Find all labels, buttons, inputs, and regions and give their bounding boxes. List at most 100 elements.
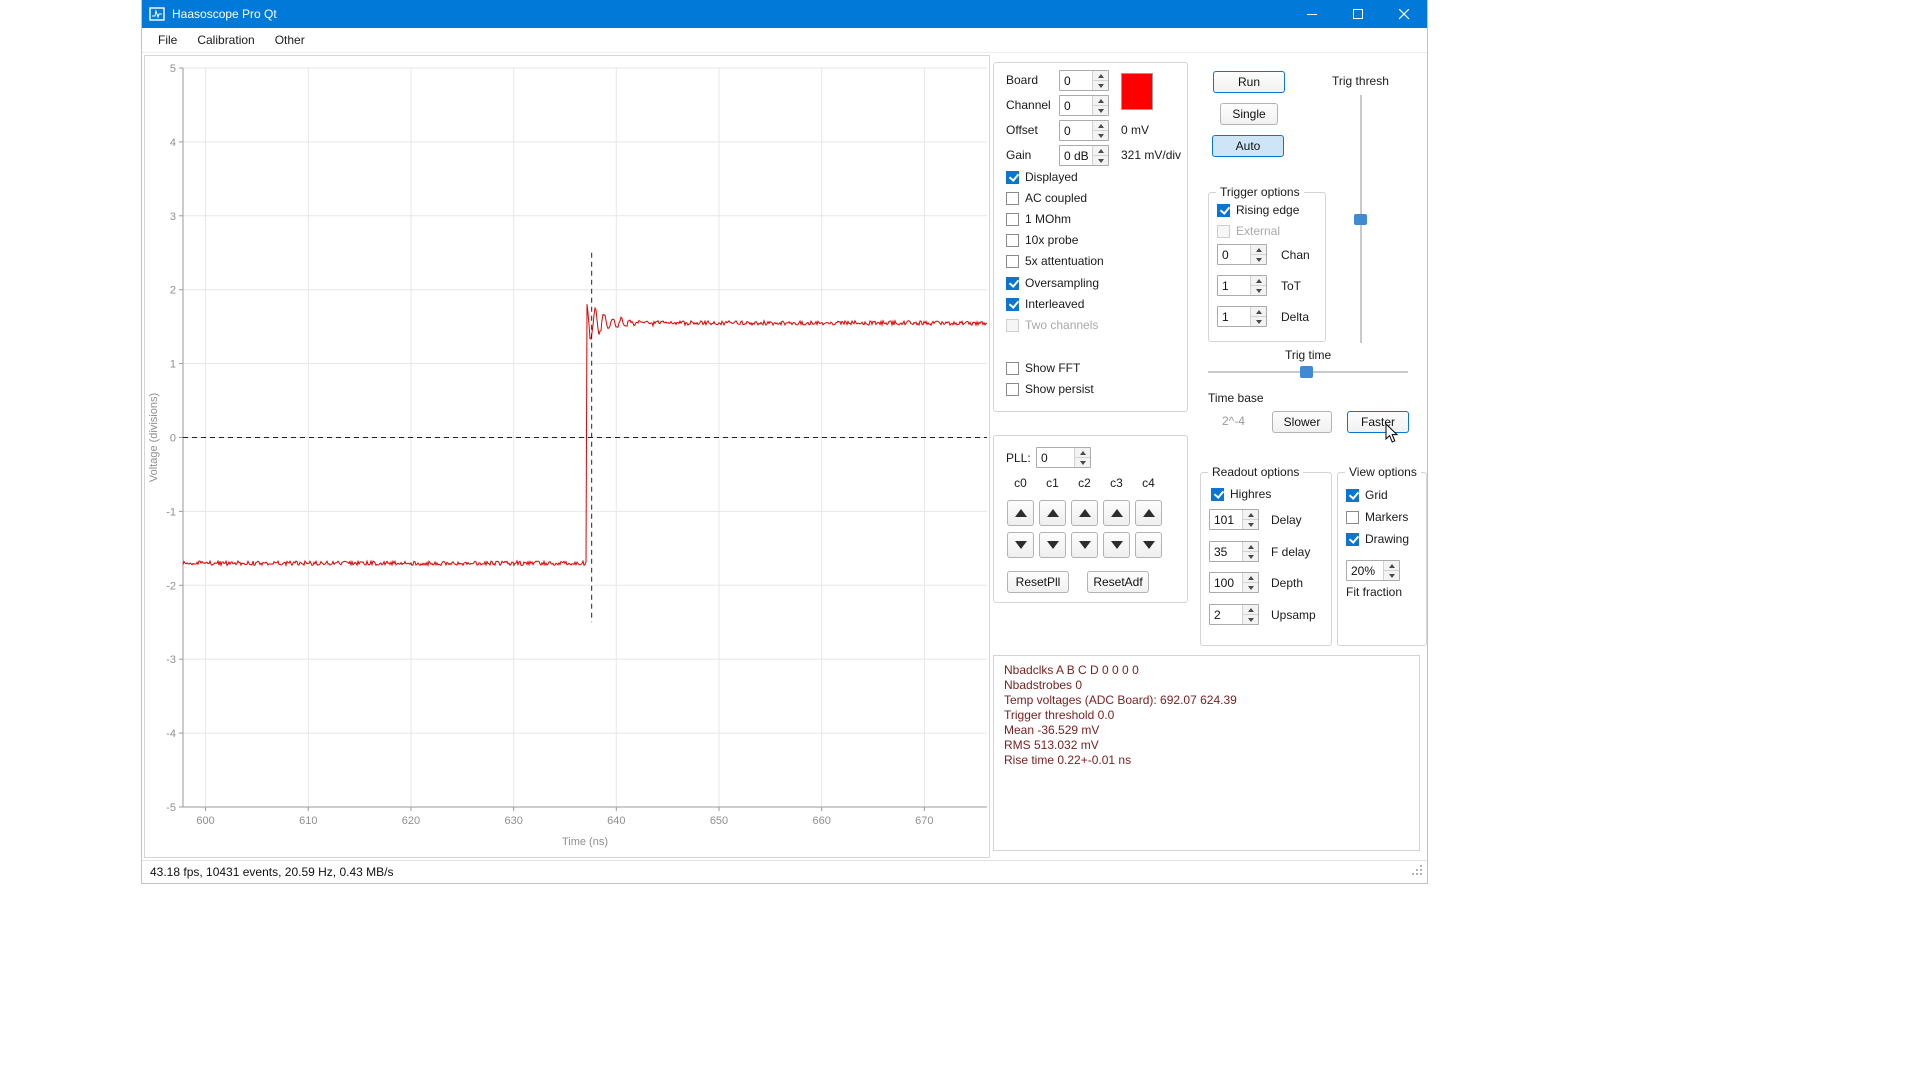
pll-down-c1-button[interactable]: [1039, 532, 1066, 558]
increment-button[interactable]: [1251, 276, 1266, 285]
channel-spinbox[interactable]: 0: [1059, 95, 1109, 116]
faster-button[interactable]: Faster: [1347, 411, 1409, 433]
decrement-button[interactable]: [1243, 614, 1258, 624]
increment-button[interactable]: [1243, 605, 1258, 614]
svg-text:670: 670: [915, 815, 933, 827]
five-x-attenuation-checkbox[interactable]: 5x attentuation: [1006, 254, 1104, 268]
decrement-button[interactable]: [1093, 80, 1108, 90]
pll-up-c3-button[interactable]: [1103, 500, 1130, 526]
fit-fraction-spinbox[interactable]: 20%: [1346, 560, 1400, 581]
slider-handle[interactable]: [1300, 366, 1313, 378]
pll-up-c2-button[interactable]: [1071, 500, 1098, 526]
decrement-button[interactable]: [1384, 570, 1399, 580]
interleaved-checkbox[interactable]: Interleaved: [1006, 297, 1084, 311]
trig-thresh-slider[interactable]: [1354, 93, 1368, 345]
increment-button[interactable]: [1384, 561, 1399, 570]
pll-up-c0-button[interactable]: [1007, 500, 1034, 526]
increment-button[interactable]: [1251, 245, 1266, 254]
svg-text:0: 0: [170, 433, 176, 445]
maximize-button[interactable]: [1335, 0, 1381, 28]
checkbox-label: Rising edge: [1236, 203, 1299, 217]
decrement-button[interactable]: [1243, 551, 1258, 561]
pll-down-c2-button[interactable]: [1071, 532, 1098, 558]
spinner-buttons: [1250, 307, 1266, 326]
spinner-buttons: [1242, 605, 1258, 624]
ac-coupled-checkbox[interactable]: AC coupled: [1006, 191, 1087, 205]
decrement-button[interactable]: [1251, 254, 1266, 264]
single-button[interactable]: Single: [1220, 103, 1278, 125]
oscilloscope-plot[interactable]: 600610620630640650660670-5-4-3-2-1012345…: [144, 55, 990, 858]
increment-button[interactable]: [1243, 542, 1258, 551]
decrement-button[interactable]: [1093, 155, 1108, 165]
one-mohm-checkbox[interactable]: 1 MOhm: [1006, 212, 1071, 226]
increment-button[interactable]: [1093, 71, 1108, 80]
oversampling-checkbox[interactable]: Oversampling: [1006, 276, 1099, 290]
slider-handle[interactable]: [1354, 214, 1367, 225]
auto-button[interactable]: Auto: [1212, 135, 1284, 157]
info-line: Temp voltages (ADC Board): 692.07 624.39: [1004, 693, 1409, 708]
increment-button[interactable]: [1093, 96, 1108, 105]
offset-spinbox[interactable]: 0: [1059, 120, 1109, 141]
slower-button[interactable]: Slower: [1272, 411, 1332, 433]
increment-button[interactable]: [1075, 448, 1090, 457]
run-button[interactable]: Run: [1213, 71, 1285, 93]
trigger-chan-spinbox[interactable]: 0: [1217, 244, 1267, 265]
pll-column-c3: c3: [1103, 476, 1130, 490]
reset-pll-button[interactable]: ResetPll: [1007, 571, 1069, 593]
trig-time-slider[interactable]: [1206, 366, 1410, 378]
pll-up-c1-button[interactable]: [1039, 500, 1066, 526]
menu-file[interactable]: File: [148, 29, 187, 51]
channel-color-swatch[interactable]: [1121, 73, 1153, 110]
reset-adf-button[interactable]: ResetAdf: [1087, 571, 1149, 593]
decrement-button[interactable]: [1243, 582, 1258, 592]
upsamp-spinbox[interactable]: 2: [1209, 604, 1259, 625]
decrement-button[interactable]: [1243, 519, 1258, 529]
checkbox-icon: [1346, 489, 1359, 502]
pll-spinbox[interactable]: 0: [1036, 447, 1091, 468]
svg-text:3: 3: [170, 211, 176, 223]
depth-spinbox[interactable]: 100: [1209, 572, 1259, 593]
highres-checkbox[interactable]: Highres: [1211, 487, 1271, 501]
gain-spinbox[interactable]: 0 dB: [1059, 145, 1109, 166]
rising-edge-checkbox[interactable]: Rising edge: [1217, 203, 1299, 217]
pll-down-c4-button[interactable]: [1135, 532, 1162, 558]
increment-button[interactable]: [1093, 146, 1108, 155]
board-spinbox[interactable]: 0: [1059, 70, 1109, 91]
time-base-label: Time base: [1208, 391, 1264, 405]
decrement-button[interactable]: [1251, 316, 1266, 326]
decrement-button[interactable]: [1093, 130, 1108, 140]
increment-button[interactable]: [1243, 510, 1258, 519]
ten-x-probe-checkbox[interactable]: 10x probe: [1006, 233, 1078, 247]
time-base-value: 2^-4: [1222, 414, 1245, 428]
checkbox-label: 1 MOhm: [1025, 212, 1071, 226]
show-fft-checkbox[interactable]: Show FFT: [1006, 361, 1080, 375]
trigger-tot-spinbox[interactable]: 1: [1217, 275, 1267, 296]
increment-button[interactable]: [1243, 573, 1258, 582]
show-persist-checkbox[interactable]: Show persist: [1006, 382, 1094, 396]
markers-checkbox[interactable]: Markers: [1346, 510, 1408, 524]
delay-spinbox[interactable]: 101: [1209, 509, 1259, 530]
decrement-button[interactable]: [1093, 105, 1108, 115]
two-channels-checkbox[interactable]: Two channels: [1006, 318, 1098, 332]
pll-down-c0-button[interactable]: [1007, 532, 1034, 558]
menu-calibration[interactable]: Calibration: [187, 29, 264, 51]
minimize-button[interactable]: [1289, 0, 1335, 28]
title-bar[interactable]: Haasoscope Pro Qt: [142, 0, 1427, 28]
increment-button[interactable]: [1093, 121, 1108, 130]
decrement-button[interactable]: [1251, 285, 1266, 295]
decrement-button[interactable]: [1075, 457, 1090, 467]
increment-button[interactable]: [1251, 307, 1266, 316]
menu-other[interactable]: Other: [265, 29, 315, 51]
fdelay-spinbox[interactable]: 35: [1209, 541, 1259, 562]
grid-checkbox[interactable]: Grid: [1346, 488, 1388, 502]
gain-readout: 321 mV/div: [1121, 148, 1181, 162]
close-button[interactable]: [1381, 0, 1427, 28]
resize-grip[interactable]: [1411, 864, 1424, 880]
pll-down-c3-button[interactable]: [1103, 532, 1130, 558]
trigger-delta-spinbox[interactable]: 1: [1217, 306, 1267, 327]
svg-text:620: 620: [402, 815, 420, 827]
drawing-checkbox[interactable]: Drawing: [1346, 532, 1409, 546]
pll-up-c4-button[interactable]: [1135, 500, 1162, 526]
external-checkbox[interactable]: External: [1217, 224, 1280, 238]
displayed-checkbox[interactable]: Displayed: [1006, 170, 1078, 184]
